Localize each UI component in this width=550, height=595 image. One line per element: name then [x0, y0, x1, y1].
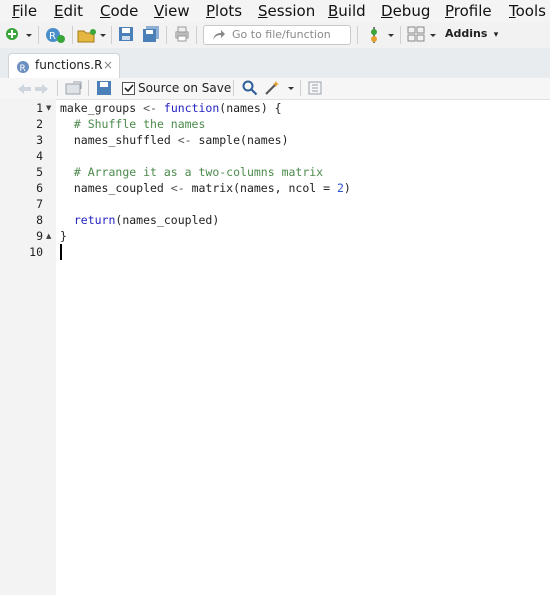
menu-profile[interactable]: Profile	[445, 2, 492, 20]
line-number: 10	[29, 245, 43, 259]
goto-arrow-icon	[213, 30, 225, 40]
search-icon[interactable]	[242, 80, 258, 96]
editor-toolbar: Source on Save	[0, 78, 550, 100]
tab-functions-r[interactable]: R functions.R ×	[8, 53, 120, 80]
print-icon[interactable]	[173, 26, 191, 42]
code-line[interactable]: make_groups <- function(names) {	[60, 101, 282, 115]
code-line[interactable]: names_coupled <- matrix(names, ncol = 2)	[60, 181, 351, 195]
open-file-icon[interactable]	[77, 26, 107, 44]
menu-session[interactable]: Session	[258, 2, 315, 20]
menu-file[interactable]: File	[12, 2, 37, 20]
document-outline-icon[interactable]	[308, 81, 322, 95]
editor-tab-bar: R functions.R ×	[0, 48, 550, 80]
source-on-save-label: Source on Save	[138, 81, 232, 95]
source-on-save-checkbox[interactable]	[122, 82, 135, 95]
line-number: 3	[36, 133, 43, 147]
line-number: 4	[36, 149, 43, 163]
save-file-icon[interactable]	[97, 81, 111, 95]
line-number: 2	[36, 117, 43, 131]
menu-bar: File Edit Code View Plots Session Build …	[0, 0, 550, 22]
menu-edit[interactable]: Edit	[54, 2, 83, 20]
line-number: 9	[36, 229, 43, 243]
svg-text:R: R	[49, 31, 56, 42]
line-number: 6	[36, 181, 43, 195]
new-file-icon[interactable]	[4, 26, 34, 44]
fold-collapse-icon[interactable]: ▼	[46, 104, 51, 112]
text-cursor	[60, 244, 62, 260]
save-icon[interactable]	[118, 26, 134, 42]
checkmark-icon	[124, 84, 134, 93]
new-project-icon[interactable]: R	[44, 26, 68, 44]
show-in-window-icon[interactable]	[65, 81, 83, 95]
tab-filename: functions.R	[35, 58, 103, 72]
code-line[interactable]: }	[60, 229, 67, 243]
save-all-icon[interactable]	[142, 26, 160, 42]
close-tab-icon[interactable]: ×	[103, 58, 113, 72]
goto-placeholder: Go to file/function	[232, 28, 331, 41]
menu-debug[interactable]: Debug	[381, 2, 430, 20]
goto-file-function-input[interactable]: Go to file/function	[203, 25, 351, 45]
code-tools-wand-icon[interactable]	[264, 80, 296, 96]
menu-code[interactable]: Code	[100, 2, 138, 20]
menu-tools[interactable]: Tools	[509, 2, 546, 20]
line-number: 5	[36, 165, 43, 179]
menu-plots[interactable]: Plots	[206, 2, 242, 20]
menu-view[interactable]: View	[154, 2, 190, 20]
svg-text:R: R	[20, 64, 26, 74]
r-file-icon: R	[17, 61, 29, 74]
line-number: 8	[36, 213, 43, 227]
fold-expand-icon[interactable]: ▲	[46, 232, 51, 240]
pane-layout-icon[interactable]	[407, 26, 437, 44]
line-number: 1	[36, 101, 43, 115]
line-number: 7	[36, 197, 43, 211]
chevron-down-icon: ▾	[490, 30, 499, 40]
vcs-icon[interactable]	[366, 26, 396, 44]
menu-build[interactable]: Build	[328, 2, 366, 20]
code-line[interactable]: return(names_coupled)	[60, 213, 219, 227]
code-line[interactable]: # Arrange it as a two-columns matrix	[60, 165, 323, 179]
addins-label: Addins	[445, 27, 488, 40]
main-toolbar: R Go to file/function Addins ▾	[0, 22, 550, 49]
code-line[interactable]: # Shuffle the names	[60, 117, 206, 131]
addins-menu[interactable]: Addins ▾	[445, 27, 498, 40]
code-line[interactable]: names_shuffled <- sample(names)	[60, 133, 289, 147]
back-forward-icon[interactable]	[16, 82, 52, 96]
